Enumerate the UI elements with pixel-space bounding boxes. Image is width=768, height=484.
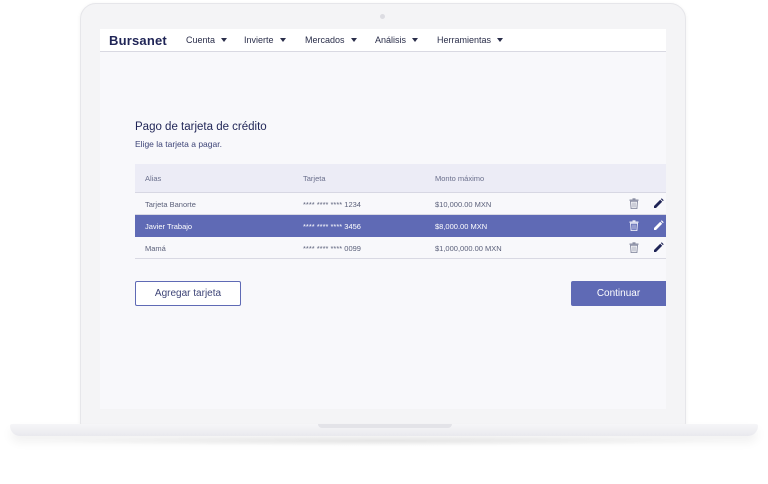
nav-item-label: Invierte <box>244 35 274 45</box>
nav-item-invierte[interactable]: Invierte <box>244 35 286 45</box>
nav-item-analisis[interactable]: Análisis <box>375 35 419 45</box>
camera-icon <box>380 14 385 19</box>
row-max-amount: $1,000,000.00 MXN <box>435 244 502 253</box>
brand-logo[interactable]: Bursanet <box>109 33 167 48</box>
add-card-button[interactable]: Agregar tarjeta <box>135 281 241 306</box>
row-card-number: **** **** **** 1234 <box>303 200 361 209</box>
caret-down-icon <box>221 38 228 42</box>
caret-down-icon <box>350 38 357 42</box>
top-navbar: Bursanet Cuenta Invierte Mercados Anális… <box>100 29 666 52</box>
table-header: Alias Tarjeta Monto máximo <box>135 164 666 193</box>
pencil-icon[interactable] <box>653 198 664 209</box>
row-card-number: **** **** **** 0099 <box>303 244 361 253</box>
column-header-alias: Alias <box>145 174 162 183</box>
table-row-selected[interactable]: Javier Trabajo **** **** **** 3456 $8,00… <box>135 215 666 237</box>
trash-icon[interactable] <box>629 198 639 209</box>
nav-item-label: Mercados <box>305 35 345 45</box>
row-alias: Mamá <box>145 244 166 253</box>
column-header-card: Tarjeta <box>303 174 326 183</box>
trash-icon[interactable] <box>629 220 639 231</box>
pencil-icon[interactable] <box>653 220 664 231</box>
cards-table: Alias Tarjeta Monto máximo Tarjeta Banor… <box>135 164 666 259</box>
nav-item-label: Cuenta <box>186 35 216 45</box>
column-header-max-amount: Monto máximo <box>435 174 485 183</box>
row-card-number: **** **** **** 3456 <box>303 222 361 231</box>
caret-down-icon <box>497 38 504 42</box>
nav-item-label: Herramientas <box>437 35 492 45</box>
screen: Bursanet Cuenta Invierte Mercados Anális… <box>100 29 666 409</box>
laptop-shadow <box>30 436 738 446</box>
page-title: Pago de tarjeta de crédito <box>135 121 267 133</box>
caret-down-icon <box>412 38 419 42</box>
row-max-amount: $8,000.00 MXN <box>435 222 488 231</box>
laptop-notch <box>318 424 452 428</box>
row-alias: Javier Trabajo <box>145 222 193 231</box>
table-row[interactable]: Tarjeta Banorte **** **** **** 1234 $10,… <box>135 193 666 215</box>
row-max-amount: $10,000.00 MXN <box>435 200 492 209</box>
table-row[interactable]: Mamá **** **** **** 0099 $1,000,000.00 M… <box>135 237 666 259</box>
nav-item-label: Análisis <box>375 35 407 45</box>
trash-icon[interactable] <box>629 242 639 253</box>
caret-down-icon <box>279 38 286 42</box>
nav-item-herramientas[interactable]: Herramientas <box>437 35 504 45</box>
row-alias: Tarjeta Banorte <box>145 200 196 209</box>
nav-item-cuenta[interactable]: Cuenta <box>186 35 228 45</box>
continue-button[interactable]: Continuar <box>571 281 666 306</box>
page-subtitle: Elige la tarjeta a pagar. <box>135 139 222 149</box>
nav-item-mercados[interactable]: Mercados <box>305 35 357 45</box>
pencil-icon[interactable] <box>653 242 664 253</box>
